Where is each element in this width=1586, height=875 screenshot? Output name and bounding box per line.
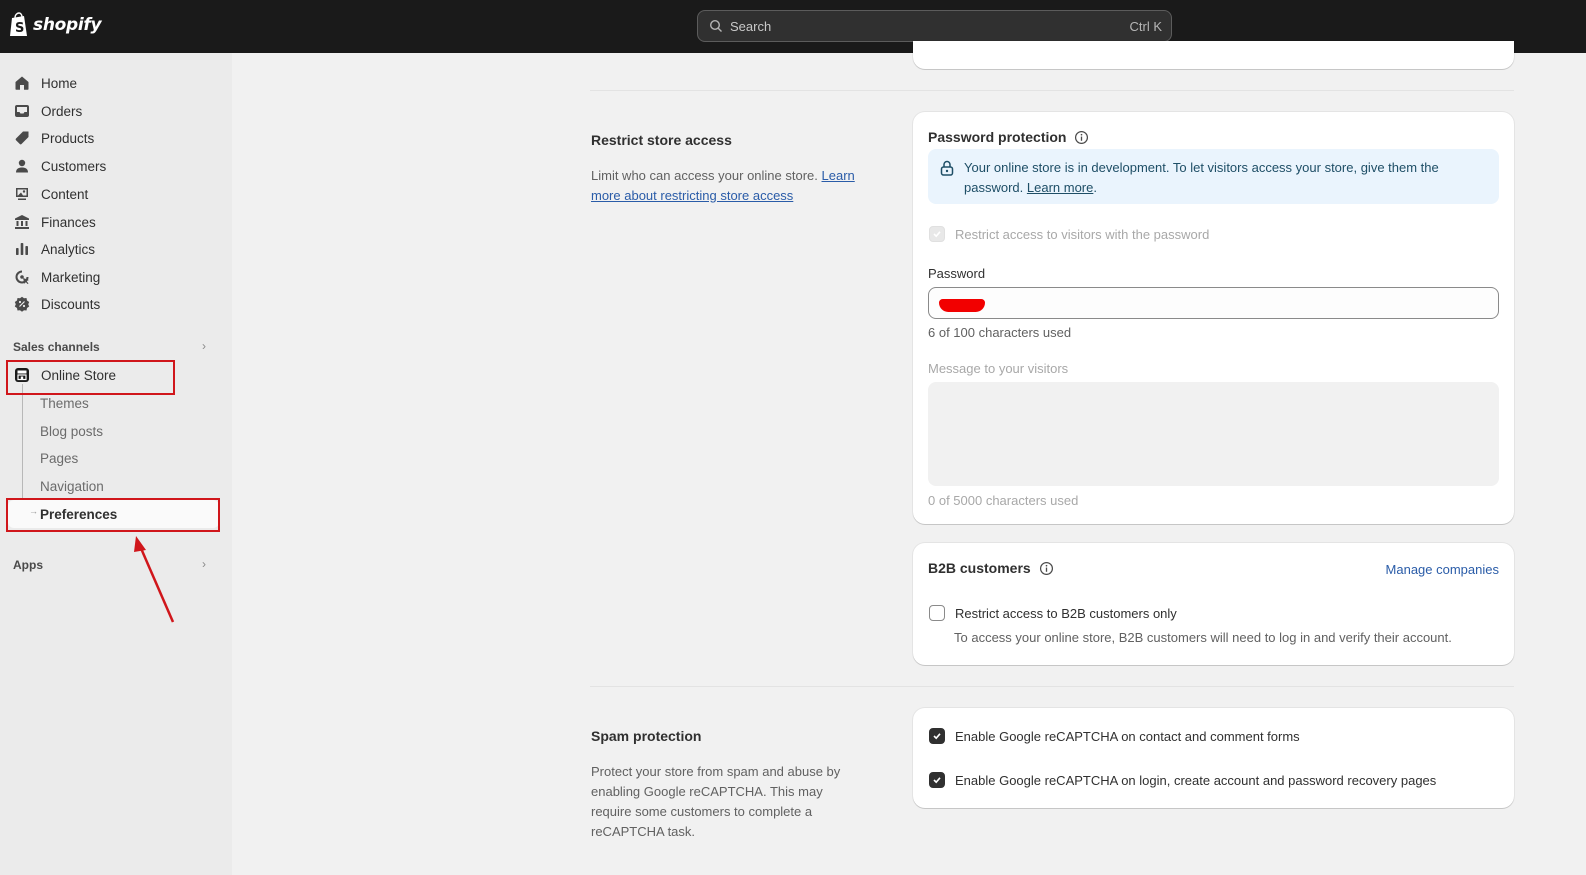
shopify-logo[interactable]: S shopify — [9, 12, 102, 38]
password-char-count: 6 of 100 characters used — [928, 325, 1072, 340]
spam-protection-title: Spam protection — [591, 728, 702, 744]
info-icon[interactable] — [1074, 130, 1089, 145]
inbox-icon — [13, 102, 31, 120]
spam-protection-card: Enable Google reCAPTCHA on contact and c… — [913, 708, 1514, 808]
recaptcha-forms-checkbox[interactable] — [929, 728, 945, 744]
brand-name: shopify — [33, 15, 102, 35]
discount-icon — [13, 295, 31, 313]
main-content: Restrict store access Limit who can acce… — [232, 41, 1586, 875]
restrict-password-checkbox-row: Restrict access to visitors with the pas… — [929, 226, 1209, 242]
visitor-message-textarea[interactable] — [928, 382, 1499, 486]
sidebar-item-analytics[interactable]: Analytics — [13, 236, 95, 262]
redacted-password-value — [939, 299, 985, 312]
restrict-access-description: Limit who can access your online store. … — [591, 166, 876, 206]
restrict-password-checkbox[interactable] — [929, 226, 945, 242]
b2b-only-label: Restrict access to B2B customers only — [955, 605, 1177, 621]
tag-icon — [13, 129, 31, 147]
sidebar-item-home[interactable]: Home — [13, 70, 77, 96]
shopify-bag-icon: S — [10, 12, 27, 36]
b2b-only-checkbox[interactable] — [929, 605, 945, 621]
svg-text:S: S — [15, 21, 24, 36]
sidebar-item-label: Home — [41, 75, 78, 91]
sidebar-subitem-themes[interactable]: Themes — [40, 396, 89, 411]
development-info-banner: Your online store is in development. To … — [928, 149, 1499, 204]
sidebar-item-customers[interactable]: Customers — [13, 153, 106, 179]
sidebar-item-label: Marketing — [41, 269, 101, 285]
lock-icon — [940, 160, 954, 176]
recaptcha-login-label: Enable Google reCAPTCHA on login, create… — [955, 772, 1437, 788]
annotation-highlight-preferences — [6, 498, 220, 532]
card-title-text: B2B customers — [928, 560, 1031, 576]
b2b-help-text: To access your online store, B2B custome… — [954, 630, 1452, 645]
sidebar-item-label: Analytics — [41, 241, 96, 257]
bar-chart-icon — [13, 240, 31, 258]
password-protection-card: Password protection Your online store is… — [913, 112, 1514, 524]
home-icon — [13, 74, 31, 92]
recaptcha-forms-row: Enable Google reCAPTCHA on contact and c… — [929, 728, 1300, 744]
card-title-text: Password protection — [928, 129, 1067, 145]
sidebar-item-discounts[interactable]: Discounts — [13, 291, 100, 317]
checkmark-icon — [933, 777, 941, 784]
b2b-heading: B2B customers — [928, 560, 1054, 576]
sidebar-item-products[interactable]: Products — [13, 125, 94, 151]
manage-companies-link[interactable]: Manage companies — [1386, 562, 1499, 577]
image-icon — [13, 185, 31, 203]
sales-channels-heading[interactable]: Sales channels — [13, 340, 100, 354]
sidebar-item-label: Finances — [41, 214, 96, 230]
tree-connector — [22, 384, 23, 512]
message-char-count: 0 of 5000 characters used — [928, 493, 1079, 508]
b2b-checkbox-row: Restrict access to B2B customers only — [929, 605, 1177, 621]
search-input[interactable]: Search Ctrl K — [697, 10, 1172, 42]
recaptcha-login-row: Enable Google reCAPTCHA on login, create… — [929, 772, 1436, 788]
password-protection-heading: Password protection — [928, 129, 1089, 145]
apps-heading[interactable]: Apps — [13, 558, 43, 572]
previous-card — [913, 41, 1514, 69]
checkmark-icon — [933, 231, 941, 238]
sidebar-item-label: Content — [41, 186, 89, 202]
restrict-password-label: Restrict access to visitors with the pas… — [955, 226, 1210, 242]
sidebar-item-label: Products — [41, 130, 95, 146]
search-placeholder: Search — [730, 18, 772, 34]
target-icon — [13, 268, 31, 286]
sidebar-subitem-navigation[interactable]: Navigation — [40, 479, 104, 494]
recaptcha-forms-label: Enable Google reCAPTCHA on contact and c… — [955, 728, 1300, 744]
bank-icon — [13, 213, 31, 231]
section-divider — [590, 686, 1514, 687]
password-label: Password — [928, 266, 986, 281]
sidebar-item-content[interactable]: Content — [13, 181, 88, 207]
b2b-customers-card: B2B customers Manage companies Restrict … — [913, 543, 1514, 665]
person-icon — [13, 157, 31, 175]
banner-message: Your online store is in development. To … — [964, 158, 1487, 204]
annotation-arrow — [134, 536, 175, 623]
checkmark-icon — [933, 733, 941, 740]
chevron-right-icon[interactable]: › — [202, 557, 206, 571]
annotation-highlight-online-store — [6, 360, 175, 395]
banner-suffix: . — [1093, 180, 1097, 195]
recaptcha-login-checkbox[interactable] — [929, 772, 945, 788]
sidebar: Home Orders Products Customers Content F… — [0, 53, 232, 875]
banner-learn-more-link[interactable]: Learn more — [1027, 180, 1093, 195]
description-text: Limit who can access your online store. — [591, 168, 822, 183]
section-divider — [590, 90, 1514, 91]
search-shortcut: Ctrl K — [1129, 18, 1163, 34]
sidebar-item-label: Customers — [41, 158, 107, 174]
sidebar-item-label: Orders — [41, 103, 83, 119]
info-icon[interactable] — [1039, 561, 1054, 576]
chevron-right-icon[interactable]: › — [202, 339, 206, 353]
sidebar-item-orders[interactable]: Orders — [13, 98, 82, 124]
visitor-message-label: Message to your visitors — [928, 361, 1069, 376]
sidebar-subitem-pages[interactable]: Pages — [40, 451, 78, 466]
sidebar-item-finances[interactable]: Finances — [13, 209, 96, 235]
spam-protection-description: Protect your store from spam and abuse b… — [591, 764, 841, 839]
restrict-access-title: Restrict store access — [591, 132, 732, 148]
search-icon — [709, 19, 722, 32]
password-input[interactable] — [928, 287, 1499, 319]
sidebar-item-label: Discounts — [41, 296, 101, 312]
sidebar-subitem-blog-posts[interactable]: Blog posts — [40, 424, 103, 439]
sidebar-item-marketing[interactable]: Marketing — [13, 264, 100, 290]
